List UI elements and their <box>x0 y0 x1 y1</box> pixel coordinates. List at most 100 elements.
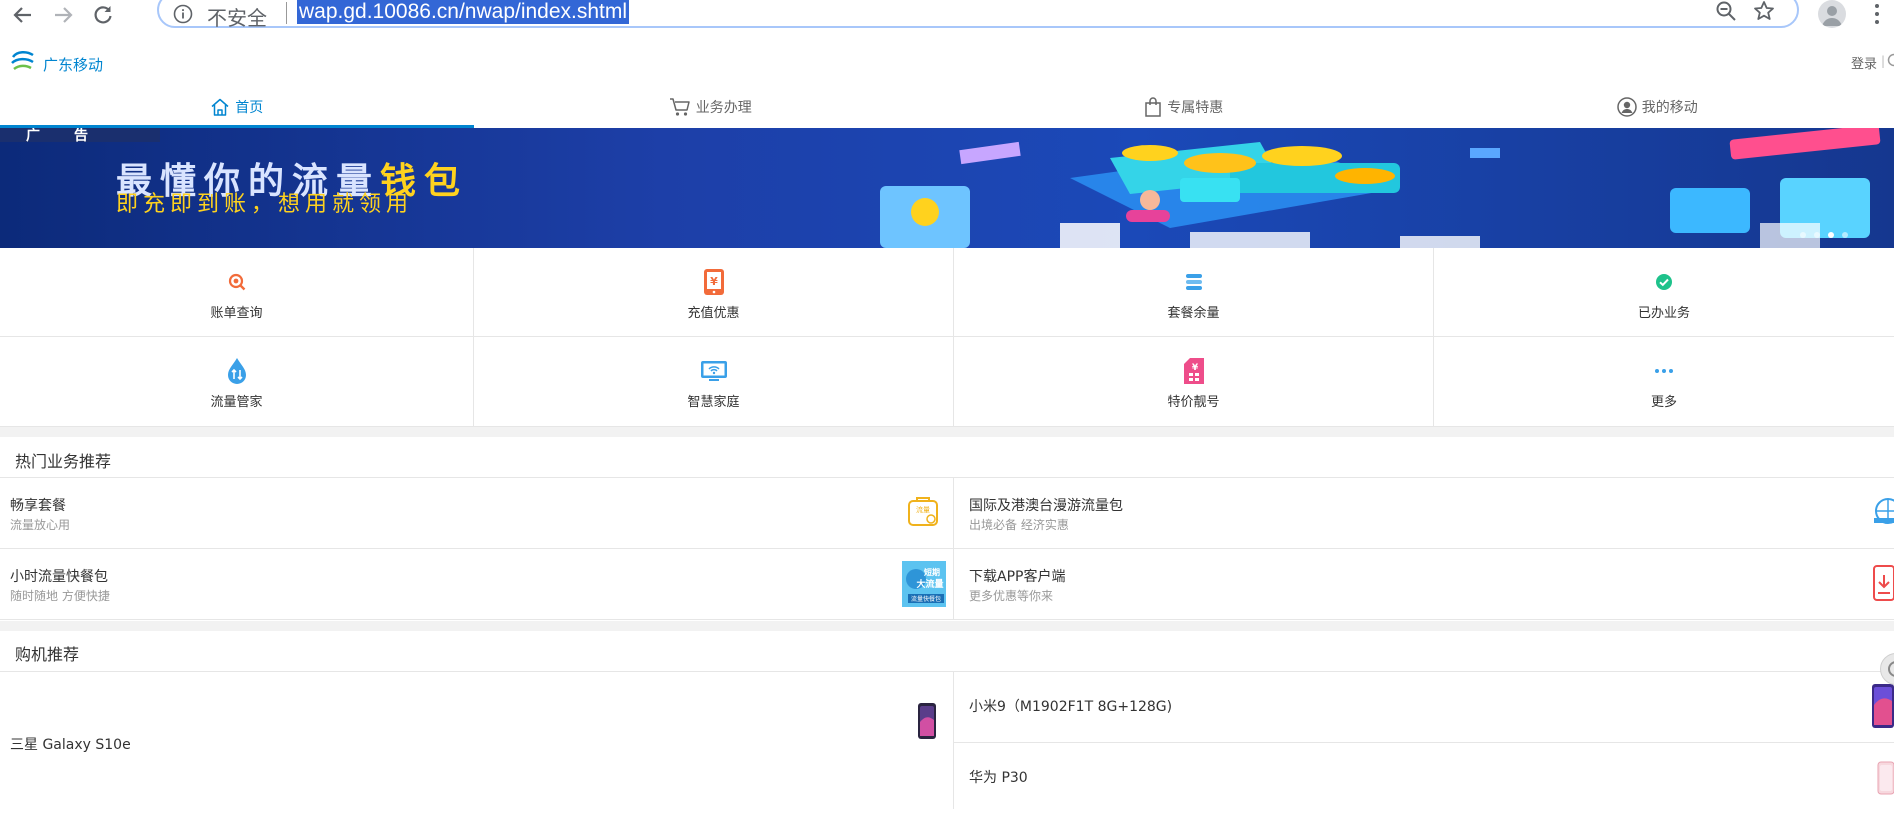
huawei-phone-image <box>1876 761 1894 795</box>
floating-service-button[interactable] <box>1880 653 1894 685</box>
package-stack-icon <box>1180 268 1208 296</box>
quick-link-package-balance[interactable]: 套餐余量 <box>954 248 1434 337</box>
phone-item-xiaomi9[interactable]: 小米9（M1902F1T 8G+128G) <box>954 672 1894 743</box>
quick-link-label: 流量管家 <box>210 391 262 410</box>
login-separator: | <box>1881 54 1885 68</box>
phone-name: 华为 P30 <box>969 767 1028 787</box>
ad-tag: 广告 <box>0 128 160 142</box>
more-dots-icon <box>1650 357 1678 385</box>
arrow-right-icon <box>52 4 74 26</box>
tab-exclusive-deals[interactable]: 专属特惠 <box>947 86 1421 128</box>
hot-item-name: 小时流量快餐包 <box>10 566 108 586</box>
data-drop-icon <box>223 357 251 385</box>
section-gap <box>0 621 1894 631</box>
quick-link-label: 更多 <box>1651 391 1677 410</box>
quick-link-smart-home[interactable]: 智慧家庭 <box>474 337 954 426</box>
svg-text:大流量: 大流量 <box>916 578 943 590</box>
roaming-icon <box>1872 494 1894 528</box>
china-mobile-logo-icon[interactable] <box>10 49 36 73</box>
hot-item-desc: 流量放心用 <box>10 516 70 533</box>
quick-link-special-numbers[interactable]: ¥ 特价靓号 <box>954 337 1434 426</box>
search-icon[interactable] <box>1886 53 1894 69</box>
svg-text:流量快餐包: 流量快餐包 <box>911 595 941 603</box>
tab-label: 首页 <box>235 97 263 117</box>
tab-label: 业务办理 <box>696 97 752 117</box>
bill-search-icon <box>223 268 251 296</box>
tab-label: 我的移动 <box>1642 97 1698 117</box>
info-icon[interactable] <box>173 4 193 24</box>
reload-icon <box>92 4 114 26</box>
phone-name: 小米9（M1902F1T 8G+128G) <box>969 696 1172 716</box>
banner-subtitle: 即充即到账，想用就领用 <box>116 186 413 218</box>
cart-icon <box>669 97 691 117</box>
check-circle-icon <box>1650 268 1678 296</box>
phone-item-huawei-p30[interactable]: 华为 P30 <box>954 743 1894 814</box>
tab-business[interactable]: 业务办理 <box>474 86 948 128</box>
sim-card-icon: ¥ <box>1180 357 1208 385</box>
svg-text:流量: 流量 <box>916 505 930 514</box>
xiaomi-phone-image <box>1870 683 1894 729</box>
hot-item-desc: 出境必备 经济实惠 <box>969 516 1069 533</box>
quick-link-label: 已办业务 <box>1638 302 1690 321</box>
zoom-out-icon[interactable] <box>1715 0 1737 22</box>
browser-toolbar: 不安全 wap.gd.10086.cn/nwap/index.shtml <box>0 0 1894 30</box>
brand-name[interactable]: 广东移动 <box>43 54 103 75</box>
wifi-monitor-icon <box>700 357 728 385</box>
banner-dot[interactable] <box>1842 232 1848 238</box>
banner-pagination[interactable] <box>1800 232 1848 238</box>
hot-item-desc: 更多优惠等你来 <box>969 587 1053 604</box>
recharge-icon: ¥ <box>700 268 728 296</box>
bookmark-star-icon[interactable] <box>1753 0 1775 22</box>
login-link[interactable]: 登录 <box>1851 53 1877 72</box>
hot-item-app-download[interactable]: 下载APP客户端 更多优惠等你来 <box>954 549 1894 620</box>
site-header: 广东移动 登录 | <box>0 46 1894 78</box>
profile-avatar[interactable] <box>1818 0 1846 28</box>
quick-link-recharge[interactable]: ¥ 充值优惠 <box>474 248 954 337</box>
quick-link-data-manager[interactable]: 流量管家 <box>0 337 474 426</box>
user-icon <box>1617 97 1637 117</box>
hot-section-title: 热门业务推荐 <box>15 448 111 472</box>
quick-link-handled-business[interactable]: 已办业务 <box>1434 248 1894 337</box>
quick-link-label: 套餐余量 <box>1167 302 1219 321</box>
arrow-left-icon <box>12 4 34 26</box>
banner-dot[interactable] <box>1814 232 1820 238</box>
phone-recommendations: 三星 Galaxy S10e 小米9（M1902F1T 8G+128G) 华为 … <box>0 672 1894 809</box>
hot-item-hourly-data[interactable]: 小时流量快餐包 随时随地 方便快捷 短期 大流量 流量快餐包 <box>0 549 954 620</box>
hot-item-roaming-pack[interactable]: 国际及港澳台漫游流量包 出境必备 经济实惠 <box>954 478 1894 549</box>
quick-link-label: 智慧家庭 <box>687 391 739 410</box>
tab-home[interactable]: 首页 <box>0 86 474 128</box>
service-icon <box>1881 654 1894 684</box>
tab-label: 专属特惠 <box>1167 97 1223 117</box>
home-icon <box>210 97 230 117</box>
browser-menu-button[interactable] <box>1872 2 1882 30</box>
banner-dot-active[interactable] <box>1828 232 1834 238</box>
address-separator <box>286 2 287 24</box>
hourly-data-icon: 短期 大流量 流量快餐包 <box>902 561 946 607</box>
hot-services-grid: 畅享套餐 流量放心用 流量 国际及港澳台漫游流量包 出境必备 经济实惠 小时流量… <box>0 478 1894 620</box>
quick-link-more[interactable]: 更多 <box>1434 337 1894 426</box>
svg-text:¥: ¥ <box>710 275 718 288</box>
promo-banner[interactable]: 广告 最懂你的流量钱包 即充即到账，想用就领用 <box>0 128 1894 248</box>
tab-my-mobile[interactable]: 我的移动 <box>1421 86 1894 128</box>
person-icon <box>1818 0 1846 28</box>
phone-item-samsung[interactable]: 三星 Galaxy S10e <box>0 672 954 809</box>
kebab-menu-icon <box>1872 2 1882 26</box>
quick-link-label: 特价靓号 <box>1167 391 1219 410</box>
section-gap <box>0 427 1894 437</box>
reload-button[interactable] <box>90 2 116 28</box>
hot-item-enjoy-package[interactable]: 畅享套餐 流量放心用 流量 <box>0 478 954 549</box>
url-text[interactable]: wap.gd.10086.cn/nwap/index.shtml <box>297 0 629 24</box>
svg-text:短期: 短期 <box>924 567 940 577</box>
forward-button[interactable] <box>50 2 76 28</box>
back-button[interactable] <box>10 2 36 28</box>
wallet-illustration <box>880 128 1894 248</box>
address-bar[interactable]: 不安全 wap.gd.10086.cn/nwap/index.shtml <box>157 0 1799 28</box>
app-download-icon <box>1872 565 1894 601</box>
quick-link-label: 充值优惠 <box>687 302 739 321</box>
quick-link-bill-query[interactable]: 账单查询 <box>0 248 474 337</box>
quick-links-grid: 账单查询 ¥ 充值优惠 套餐余量 已办业务 流量管家 智慧家庭 ¥ 特价靓号 <box>0 248 1894 427</box>
svg-text:¥: ¥ <box>1191 363 1198 373</box>
phone-section-title: 购机推荐 <box>15 641 79 665</box>
banner-dot[interactable] <box>1800 232 1806 238</box>
samsung-phone-image <box>917 702 937 740</box>
